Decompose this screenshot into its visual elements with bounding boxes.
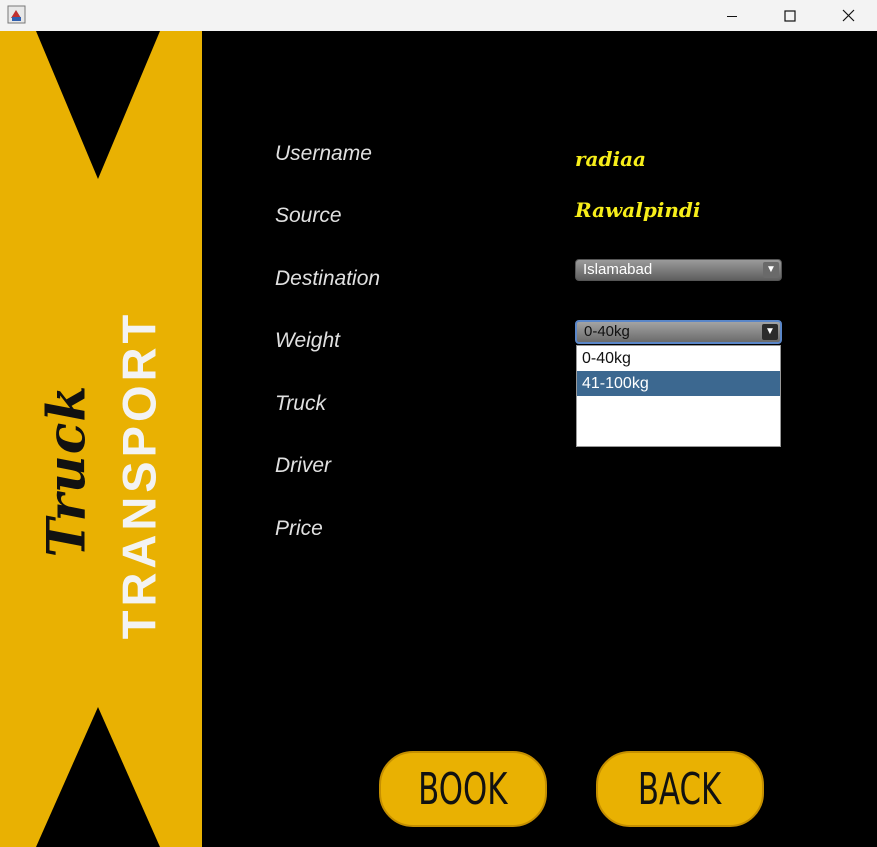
destination-select[interactable]: Islamabad ▼ [575, 259, 782, 281]
window-title-bar [0, 0, 877, 31]
weight-dropdown-list: 0-40kg 41-100kg [576, 345, 781, 447]
source-value: Rawalpindi [575, 198, 701, 222]
chevron-down-icon[interactable]: ▼ [763, 262, 779, 278]
back-button-label: BACK [638, 763, 722, 815]
book-button[interactable]: BOOK [379, 751, 547, 827]
username-value: radiaa [575, 147, 646, 171]
username-label: Username [275, 142, 372, 165]
minimize-icon [727, 15, 737, 17]
close-icon [842, 9, 854, 22]
minimize-button[interactable] [703, 0, 761, 31]
driver-label: Driver [275, 454, 331, 477]
weight-select-value: 0-40kg [584, 323, 630, 340]
weight-option-highlighted[interactable]: 41-100kg [577, 371, 780, 396]
truck-label: Truck [275, 392, 326, 415]
java-app-icon [7, 5, 26, 24]
destination-label: Destination [275, 267, 381, 290]
maximize-button[interactable] [761, 0, 819, 31]
brand-logo-subtitle: TRANSPORT [112, 310, 166, 640]
banner-triangles [36, 31, 160, 847]
source-label: Source [275, 204, 342, 227]
price-label: Price [275, 517, 323, 540]
weight-option[interactable]: 0-40kg [577, 346, 780, 371]
weight-label: Weight [275, 329, 340, 352]
maximize-icon [784, 9, 796, 22]
brand-logo-word: Truck [36, 384, 98, 558]
brand-banner: Truck TRANSPORT [0, 31, 202, 847]
back-button[interactable]: BACK [596, 751, 764, 827]
book-button-label: BOOK [418, 763, 508, 815]
close-button[interactable] [819, 0, 877, 31]
destination-select-value: Islamabad [583, 261, 653, 278]
weight-select[interactable]: 0-40kg ▼ [575, 320, 782, 344]
chevron-down-icon[interactable]: ▼ [762, 324, 778, 340]
